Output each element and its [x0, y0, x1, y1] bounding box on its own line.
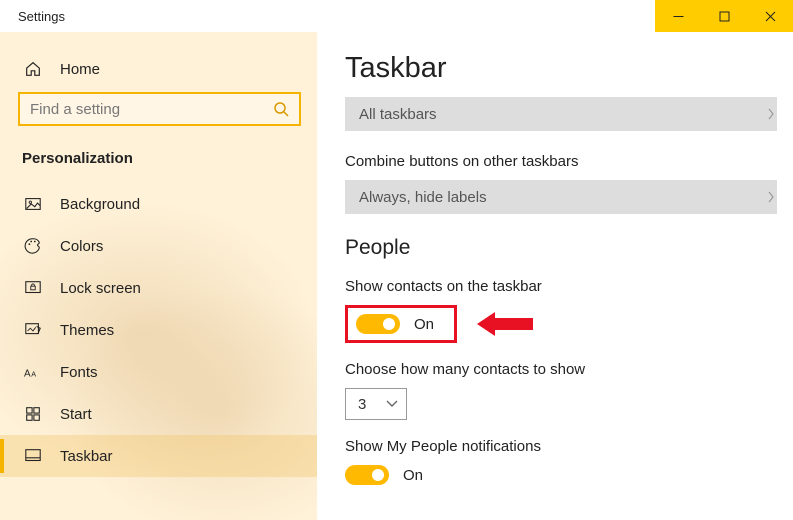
nav-list: Background Colors Lock screen	[0, 183, 317, 477]
fonts-icon: AA	[24, 363, 42, 381]
sidebar-item-label: Taskbar	[60, 448, 113, 465]
combine-dropdown[interactable]: Always, hide labels	[345, 180, 777, 214]
page-title: Taskbar	[345, 52, 781, 85]
show-notifications-label: Show My People notifications	[345, 438, 781, 455]
chevron-down-icon	[386, 400, 398, 408]
dropdown-value: Always, hide labels	[359, 189, 487, 206]
sidebar-item-label: Colors	[60, 238, 103, 255]
home-link[interactable]: Home	[0, 50, 317, 92]
minimize-button[interactable]	[655, 0, 701, 32]
sidebar-item-themes[interactable]: Themes	[0, 309, 317, 351]
search-box[interactable]	[18, 92, 301, 126]
palette-icon	[24, 237, 42, 255]
sidebar: Home Personalization Background	[0, 32, 317, 520]
show-notifications-toggle[interactable]	[345, 465, 389, 485]
minimize-icon	[673, 11, 684, 22]
search-input[interactable]	[30, 101, 273, 118]
toggle-state: On	[403, 467, 423, 484]
toggle-knob	[383, 318, 395, 330]
home-label: Home	[60, 61, 100, 78]
svg-text:A: A	[24, 369, 31, 380]
sidebar-item-label: Start	[60, 406, 92, 423]
contacts-count-select[interactable]: 3	[345, 388, 407, 420]
sidebar-item-label: Background	[60, 196, 140, 213]
maximize-icon	[719, 11, 730, 22]
sidebar-item-label: Themes	[60, 322, 114, 339]
sidebar-item-background[interactable]: Background	[0, 183, 317, 225]
sidebar-item-colors[interactable]: Colors	[0, 225, 317, 267]
annotation-arrow	[477, 310, 533, 338]
section-title: Personalization	[0, 144, 317, 183]
sidebar-item-start[interactable]: Start	[0, 393, 317, 435]
window-controls	[655, 0, 793, 32]
all-taskbars-dropdown[interactable]: All taskbars	[345, 97, 777, 131]
chevron-right-icon	[767, 191, 775, 203]
picture-icon	[24, 195, 42, 213]
select-value: 3	[358, 396, 366, 413]
toggle-knob	[372, 469, 384, 481]
sidebar-item-label: Fonts	[60, 364, 98, 381]
svg-text:A: A	[31, 370, 36, 379]
search-icon	[273, 101, 289, 117]
window-title: Settings	[0, 9, 65, 24]
combine-label: Combine buttons on other taskbars	[345, 153, 781, 170]
annotation-highlight: On	[345, 305, 457, 343]
sidebar-item-taskbar[interactable]: Taskbar	[0, 435, 317, 477]
show-contacts-label: Show contacts on the taskbar	[345, 278, 781, 295]
titlebar: Settings	[0, 0, 793, 32]
chevron-right-icon	[767, 108, 775, 120]
sidebar-item-label: Lock screen	[60, 280, 141, 297]
toggle-state: On	[414, 316, 434, 333]
lock-screen-icon	[24, 279, 42, 297]
taskbar-icon	[24, 447, 42, 465]
sidebar-item-lock-screen[interactable]: Lock screen	[0, 267, 317, 309]
start-icon	[24, 405, 42, 423]
show-contacts-toggle[interactable]	[356, 314, 400, 334]
close-icon	[765, 11, 776, 22]
choose-count-label: Choose how many contacts to show	[345, 361, 781, 378]
sidebar-item-fonts[interactable]: AA Fonts	[0, 351, 317, 393]
content-pane: Taskbar All taskbars Combine buttons on …	[317, 32, 793, 520]
maximize-button[interactable]	[701, 0, 747, 32]
people-section-title: People	[345, 236, 781, 260]
dropdown-value: All taskbars	[359, 106, 437, 123]
close-button[interactable]	[747, 0, 793, 32]
themes-icon	[24, 321, 42, 339]
home-icon	[24, 60, 42, 78]
